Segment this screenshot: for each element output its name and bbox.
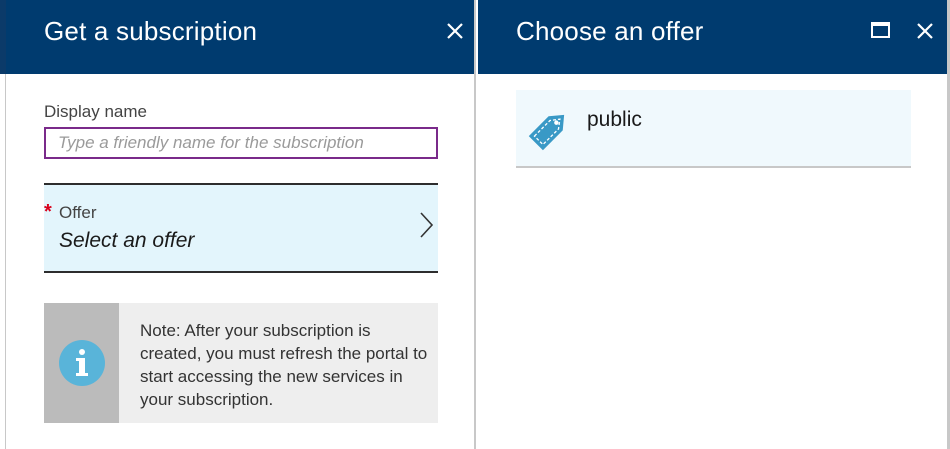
note-icon-panel — [44, 303, 119, 423]
tag-icon — [528, 114, 565, 151]
offer-value: Select an offer — [59, 229, 195, 252]
offer-list-item[interactable]: public — [516, 90, 911, 168]
close-button[interactable] — [442, 18, 468, 44]
blade-title: Choose an offer — [516, 16, 704, 46]
required-marker: * — [44, 201, 52, 223]
blade-title: Get a subscription — [44, 16, 258, 46]
get-subscription-blade: Get a subscription Display name * Offer … — [6, 0, 476, 449]
close-icon — [917, 23, 933, 39]
display-name-label: Display name — [44, 102, 147, 121]
maximize-icon — [871, 22, 890, 38]
chevron-right-icon — [420, 212, 434, 238]
display-name-input[interactable] — [44, 127, 438, 159]
blade-header: Choose an offer — [478, 0, 947, 74]
offer-selector[interactable]: * Offer Select an offer — [44, 183, 438, 273]
offer-item-label: public — [587, 108, 642, 131]
maximize-button[interactable] — [868, 18, 894, 44]
offer-label: Offer — [59, 203, 97, 222]
choose-offer-blade: Choose an offer public — [478, 0, 950, 449]
blade-header: Get a subscription — [6, 0, 474, 74]
close-button[interactable] — [912, 18, 938, 44]
close-icon — [447, 23, 463, 39]
note-text: Note: After your subscription is created… — [140, 321, 428, 409]
portal-stage: Get a subscription Display name * Offer … — [0, 0, 950, 449]
info-icon — [59, 340, 105, 386]
info-note: Note: After your subscription is created… — [44, 303, 438, 423]
